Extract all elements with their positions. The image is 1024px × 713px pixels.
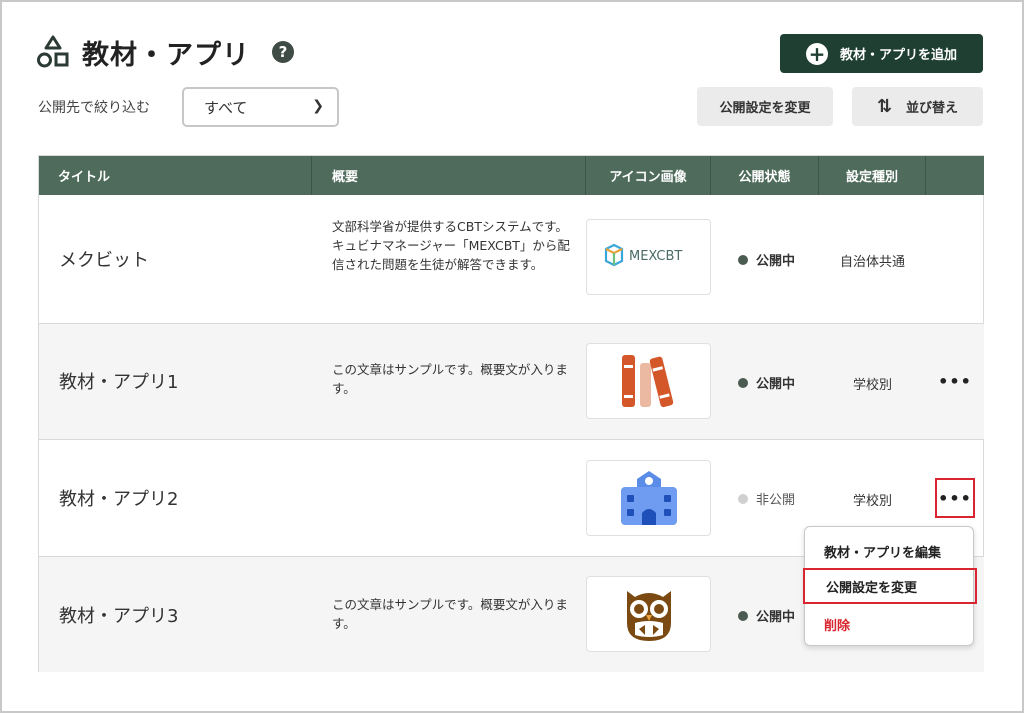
- status-label: 公開中: [756, 610, 796, 625]
- mexcbt-logo-icon: MEXCBT: [604, 243, 682, 267]
- status-unpublished: 非公開: [738, 489, 795, 508]
- books-icon: [621, 355, 673, 408]
- status-dot: [738, 377, 748, 388]
- row-title: 教材・アプリ3: [59, 606, 179, 627]
- more-actions-button[interactable]: •••: [935, 478, 975, 518]
- column-header-description: 概要: [312, 156, 586, 195]
- row-context-menu: 教材・アプリを編集 公開設定を変更 削除: [803, 526, 977, 646]
- menu-item-edit[interactable]: 教材・アプリを編集: [805, 533, 975, 569]
- status-label: 公開中: [756, 377, 796, 392]
- more-actions-button[interactable]: •••: [935, 361, 975, 401]
- table-row[interactable]: メクビット 文部科学省が提供するCBTシステムです。キュビナマネージャー「MEX…: [39, 195, 984, 323]
- column-header-icon: アイコン画像: [586, 156, 711, 195]
- status-dot: [738, 493, 748, 504]
- row-description: この文章はサンプルです。概要文が入ります。: [332, 597, 568, 631]
- menu-item-change-visibility[interactable]: 公開設定を変更: [803, 568, 977, 604]
- row-title: 教材・アプリ2: [59, 489, 179, 510]
- sort-arrows-icon: ⇅: [876, 96, 893, 117]
- row-icon-box: [586, 343, 711, 419]
- status-dot: [738, 254, 748, 265]
- plus-circle-icon: +: [805, 42, 828, 65]
- row-description: この文章はサンプルです。概要文が入ります。: [332, 362, 568, 396]
- change-visibility-button[interactable]: 公開設定を変更: [697, 87, 833, 126]
- column-header-actions: [926, 156, 984, 195]
- status-published: 公開中: [738, 250, 795, 269]
- page-header: 教材・アプリ ?: [36, 34, 294, 71]
- row-title: メクビット: [59, 250, 149, 271]
- filter-selected-value: すべて: [204, 98, 248, 117]
- row-description: 文部科学省が提供するCBTシステムです。キュビナマネージャー「MEXCBT」から…: [332, 219, 570, 272]
- status-label: 非公開: [756, 493, 796, 508]
- menu-item-delete[interactable]: 削除: [805, 606, 975, 642]
- row-icon-box: [586, 460, 711, 536]
- shapes-icon: [37, 35, 69, 68]
- row-title: 教材・アプリ1: [59, 372, 179, 393]
- status-published: 公開中: [738, 373, 795, 392]
- sort-button[interactable]: ⇅ 並び替え: [852, 87, 983, 126]
- help-icon[interactable]: ?: [272, 41, 294, 63]
- table-header: タイトル 概要 アイコン画像 公開状態 設定種別: [39, 156, 984, 195]
- row-icon-box: [586, 576, 711, 652]
- sort-button-label: 並び替え: [906, 101, 959, 116]
- row-kind: 学校別: [852, 494, 892, 509]
- school-building-icon: [620, 471, 677, 525]
- add-app-button[interactable]: + 教材・アプリを追加: [780, 34, 983, 73]
- column-header-kind: 設定種別: [819, 156, 926, 195]
- status-label: 公開中: [756, 254, 796, 269]
- chevron-down-icon: ❯: [312, 98, 324, 114]
- status-published: 公開中: [738, 606, 795, 625]
- column-header-status: 公開状態: [711, 156, 819, 195]
- add-app-button-label: 教材・アプリを追加: [839, 48, 957, 63]
- table-row[interactable]: 教材・アプリ1 この文章はサンプルです。概要文が入ります。 公開中 学校別 ••…: [39, 323, 984, 439]
- page-title: 教材・アプリ: [82, 39, 250, 71]
- row-kind: 学校別: [852, 378, 892, 393]
- mexcbt-logo-text: MEXCBT: [629, 249, 682, 264]
- visibility-filter-select[interactable]: すべて ❯: [182, 87, 339, 127]
- column-header-title[interactable]: タイトル: [39, 156, 312, 195]
- change-visibility-label: 公開設定を変更: [719, 101, 811, 116]
- status-dot: [738, 610, 748, 621]
- row-kind: 自治体共通: [839, 255, 905, 270]
- owl-icon: [626, 591, 671, 641]
- filter-label: 公開先で絞り込む: [38, 100, 150, 116]
- row-icon-box: MEXCBT: [586, 219, 711, 295]
